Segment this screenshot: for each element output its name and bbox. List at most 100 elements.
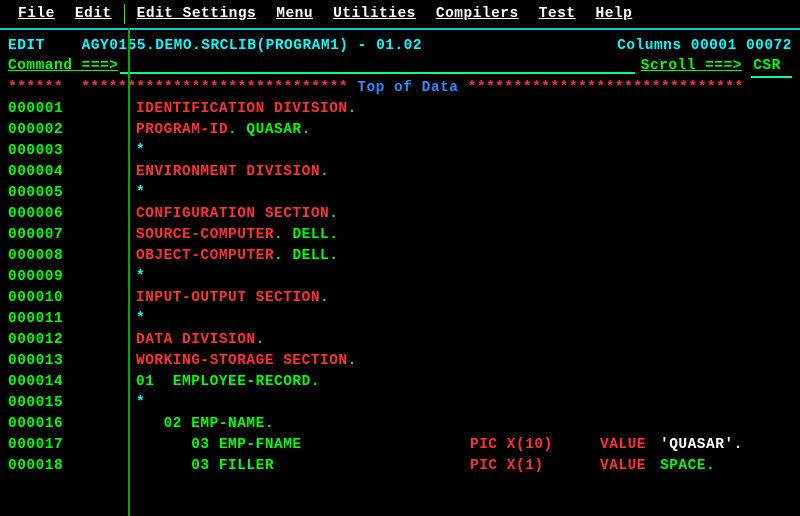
line-number[interactable]: 000010 xyxy=(8,288,72,309)
gutter xyxy=(72,309,136,330)
token: DELL xyxy=(292,246,329,267)
token: . xyxy=(228,120,246,141)
value-keyword: VALUE xyxy=(600,435,646,456)
code-line[interactable]: 000007 SOURCE-COMPUTER. DELL. xyxy=(8,225,792,246)
line-number[interactable]: 000001 xyxy=(8,99,72,120)
token: SOURCE-COMPUTER xyxy=(136,225,274,246)
line-number[interactable]: 000009 xyxy=(8,267,72,288)
dataset-name: AGY0155.DEMO.SRCLIB(PROGRAM1) - 01.02 xyxy=(82,36,422,56)
line-number[interactable]: 000004 xyxy=(8,162,72,183)
token: . xyxy=(274,225,292,246)
token: DATA DIVISION xyxy=(136,330,256,351)
gutter xyxy=(72,456,136,477)
code-content[interactable]: 01 EMPLOYEE-RECORD. xyxy=(136,372,792,393)
line-number[interactable]: 000013 xyxy=(8,351,72,372)
line-number[interactable]: 000015 xyxy=(8,393,72,414)
code-line[interactable]: 000001 IDENTIFICATION DIVISION. xyxy=(8,99,792,120)
code-content[interactable]: * xyxy=(136,309,792,330)
col-start: 00001 xyxy=(691,36,737,56)
command-label: Command ===> xyxy=(8,56,118,78)
code-content[interactable]: INPUT-OUTPUT SECTION. xyxy=(136,288,792,309)
code-line[interactable]: 000018 03 FILLERPIC X(1)VALUESPACE. xyxy=(8,456,792,477)
value-literal: SPACE. xyxy=(660,456,715,477)
code-line[interactable]: 000014 01 EMPLOYEE-RECORD. xyxy=(8,372,792,393)
code-content[interactable]: PROGRAM-ID. QUASAR. xyxy=(136,120,792,141)
code-content[interactable]: ENVIRONMENT DIVISION. xyxy=(136,162,792,183)
menu-menu[interactable]: Menu xyxy=(266,4,323,24)
code-line[interactable]: 000003 * xyxy=(8,141,792,162)
code-content[interactable]: * xyxy=(136,183,792,204)
token: INPUT-OUTPUT SECTION xyxy=(136,288,320,309)
code-content[interactable]: * xyxy=(136,141,792,162)
token: 03 FILLER xyxy=(136,456,274,477)
line-number[interactable]: 000006 xyxy=(8,204,72,225)
code-line[interactable]: 000016 02 EMP-NAME. xyxy=(8,414,792,435)
line-number[interactable]: 000003 xyxy=(8,141,72,162)
token: ENVIRONMENT DIVISION xyxy=(136,162,320,183)
gutter xyxy=(72,141,136,162)
code-line[interactable]: 000002 PROGRAM-ID. QUASAR. xyxy=(8,120,792,141)
line-number[interactable]: 000016 xyxy=(8,414,72,435)
token: . xyxy=(320,288,329,309)
code-content[interactable]: * xyxy=(136,267,792,288)
gutter xyxy=(72,246,136,267)
line-number[interactable]: 000017 xyxy=(8,435,72,456)
command-input[interactable] xyxy=(120,56,634,74)
code-line[interactable]: 000015 * xyxy=(8,393,792,414)
top-of-data-marker: ****** ***************************** Top… xyxy=(8,78,792,99)
vertical-rule xyxy=(128,28,130,516)
editor-area[interactable]: ****** ***************************** Top… xyxy=(0,78,800,477)
menu-compilers[interactable]: Compilers xyxy=(426,4,529,24)
menu-file[interactable]: File xyxy=(8,4,65,24)
code-line[interactable]: 000011 * xyxy=(8,309,792,330)
line-number[interactable]: 000011 xyxy=(8,309,72,330)
token: . xyxy=(274,246,292,267)
line-number[interactable]: 000007 xyxy=(8,225,72,246)
code-line[interactable]: 000008 OBJECT-COMPUTER. DELL. xyxy=(8,246,792,267)
gutter xyxy=(72,225,136,246)
menu-help[interactable]: Help xyxy=(586,4,643,24)
gutter xyxy=(72,99,136,120)
line-number[interactable]: 000012 xyxy=(8,330,72,351)
gutter xyxy=(72,183,136,204)
menu-test[interactable]: Test xyxy=(529,4,586,24)
pic-clause: PIC X(10) xyxy=(470,435,553,456)
code-content[interactable]: OBJECT-COMPUTER. DELL. xyxy=(136,246,792,267)
menu-edit-settings[interactable]: Edit_Settings xyxy=(127,4,267,24)
line-number[interactable]: 000008 xyxy=(8,246,72,267)
line-number[interactable]: 000014 xyxy=(8,372,72,393)
code-line[interactable]: 000017 03 EMP-FNAMEPIC X(10)VALUE'QUASAR… xyxy=(8,435,792,456)
code-line[interactable]: 000010 INPUT-OUTPUT SECTION. xyxy=(8,288,792,309)
line-marker: ****** xyxy=(8,78,72,99)
scroll-input[interactable]: CSR xyxy=(751,56,792,78)
code-line[interactable]: 000009 * xyxy=(8,267,792,288)
code-line[interactable]: 000006 CONFIGURATION SECTION. xyxy=(8,204,792,225)
gutter xyxy=(72,267,136,288)
code-line[interactable]: 000005 * xyxy=(8,183,792,204)
gutter xyxy=(72,351,136,372)
stars: ****************************** xyxy=(458,78,743,99)
pic-clause: PIC X(1) xyxy=(470,456,544,477)
code-line[interactable]: 000004 ENVIRONMENT DIVISION. xyxy=(8,162,792,183)
code-content[interactable]: DATA DIVISION. xyxy=(136,330,792,351)
menu-utilities[interactable]: Utilities xyxy=(323,4,426,24)
code-content[interactable]: * xyxy=(136,393,792,414)
code-content[interactable]: IDENTIFICATION DIVISION. xyxy=(136,99,792,120)
menu-edit[interactable]: Edit xyxy=(65,4,122,24)
line-number[interactable]: 000005 xyxy=(8,183,72,204)
token: . xyxy=(265,414,274,435)
gutter xyxy=(72,435,136,456)
code-content[interactable]: CONFIGURATION SECTION. xyxy=(136,204,792,225)
code-content[interactable]: WORKING-STORAGE SECTION. xyxy=(136,351,792,372)
line-number[interactable]: 000002 xyxy=(8,120,72,141)
command-row: Command ===> Scroll ===> CSR xyxy=(0,56,800,78)
menu-separator xyxy=(124,4,125,24)
code-content[interactable]: SOURCE-COMPUTER. DELL. xyxy=(136,225,792,246)
code-content[interactable]: 02 EMP-NAME. xyxy=(136,414,792,435)
code-line[interactable]: 000012 DATA DIVISION. xyxy=(8,330,792,351)
line-number[interactable]: 000018 xyxy=(8,456,72,477)
gutter xyxy=(72,330,136,351)
token: * xyxy=(136,141,145,162)
token: PROGRAM-ID xyxy=(136,120,228,141)
code-line[interactable]: 000013 WORKING-STORAGE SECTION. xyxy=(8,351,792,372)
